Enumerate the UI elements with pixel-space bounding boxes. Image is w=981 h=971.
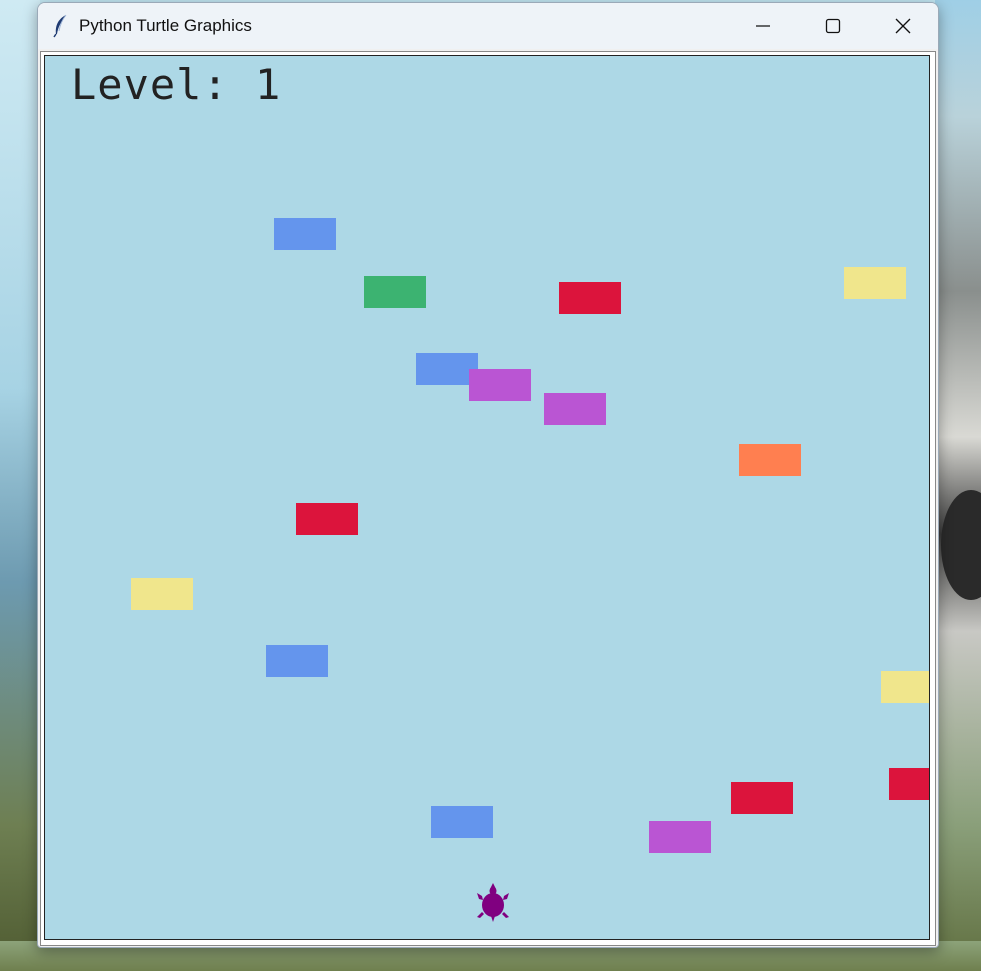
turtle-shape (477, 883, 509, 922)
car (731, 782, 793, 814)
car (889, 768, 929, 800)
car (544, 393, 606, 425)
turtle-canvas[interactable]: Level: 1 (44, 55, 930, 940)
maximize-icon (825, 18, 841, 34)
car (131, 578, 193, 610)
minimize-button[interactable] (728, 3, 798, 49)
desktop-background-left (0, 0, 40, 971)
minimize-icon (756, 25, 770, 27)
car (364, 276, 426, 308)
level-label: Level: 1 (71, 60, 282, 109)
car (649, 821, 711, 853)
car (274, 218, 336, 250)
car (559, 282, 621, 314)
close-button[interactable] (868, 3, 938, 49)
desktop-background-right (935, 0, 981, 971)
close-icon (895, 18, 911, 34)
car (296, 503, 358, 535)
title-bar[interactable]: Python Turtle Graphics (38, 3, 938, 49)
canvas-frame: Level: 1 (40, 51, 936, 946)
turtle-window: Python Turtle Graphics Level: 1 (37, 2, 939, 948)
car (431, 806, 493, 838)
car (844, 267, 906, 299)
feather-icon (53, 14, 67, 38)
wallpaper-animal (941, 490, 981, 600)
maximize-button[interactable] (798, 3, 868, 49)
turtle-player[interactable] (477, 883, 509, 923)
car (881, 671, 929, 703)
car (469, 369, 531, 401)
window-title: Python Turtle Graphics (79, 16, 252, 35)
car (266, 645, 328, 677)
car (739, 444, 801, 476)
